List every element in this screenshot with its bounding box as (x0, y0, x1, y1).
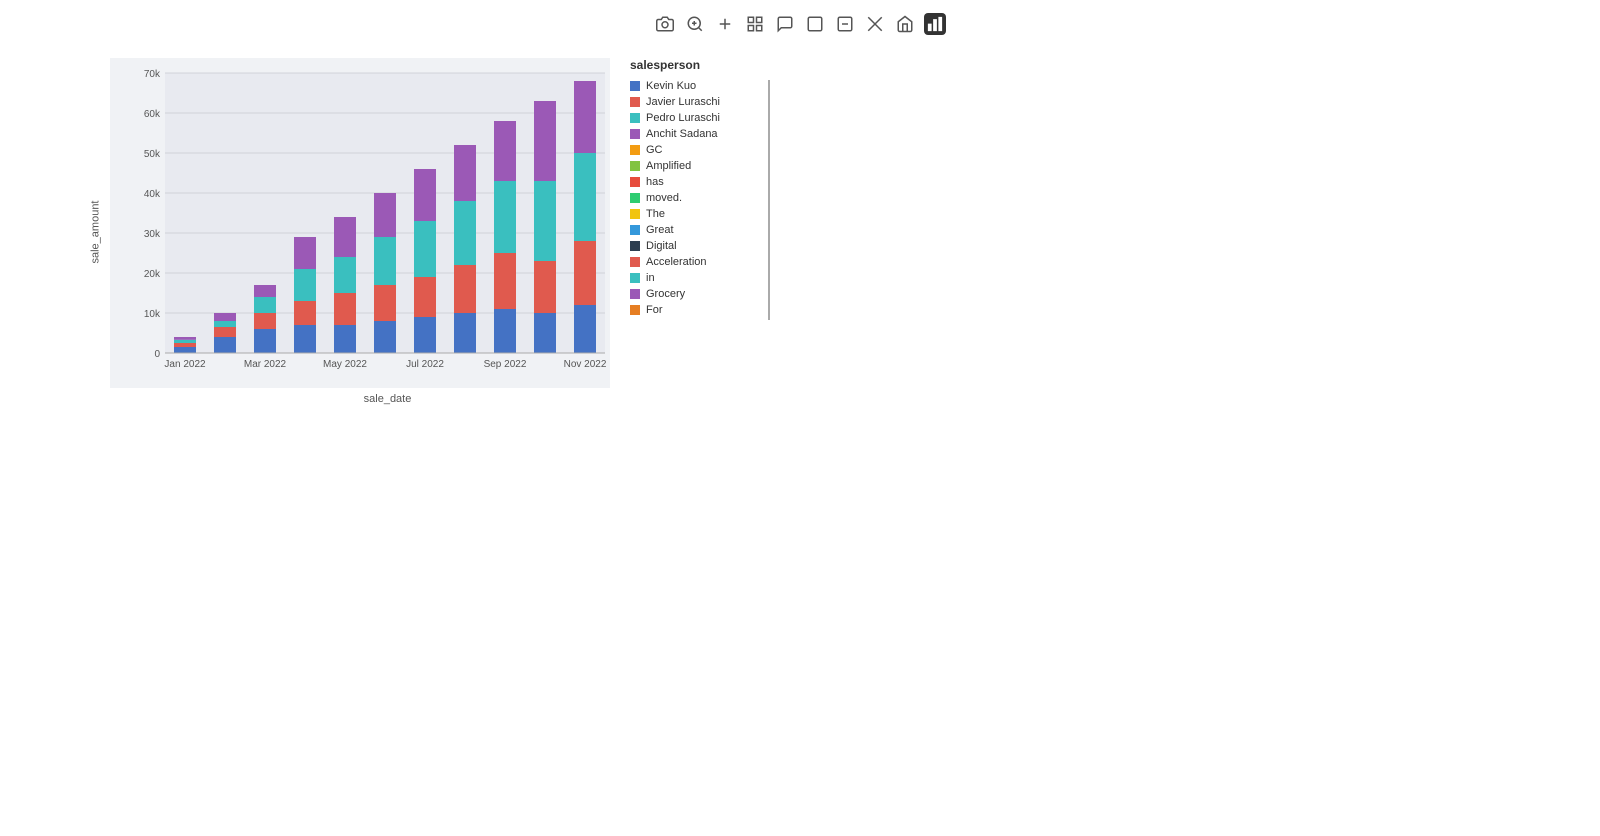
legend-color-box (630, 289, 640, 299)
y-axis-label: sale_amount (89, 200, 101, 263)
grid-icon[interactable] (744, 13, 766, 35)
legend-color-box (630, 193, 640, 203)
x-axis-label: sale_date (110, 393, 610, 405)
legend-color-box (630, 129, 640, 139)
minus-square-icon[interactable] (834, 13, 856, 35)
svg-text:50k: 50k (144, 149, 161, 160)
svg-text:Nov 2022: Nov 2022 (564, 359, 607, 370)
camera-icon[interactable] (654, 13, 676, 35)
legend-item: Pedro Luraschi (630, 112, 764, 124)
legend-item: Javier Luraschi (630, 96, 764, 108)
legend-item-label: Grocery (646, 288, 685, 300)
legend-item: moved. (630, 192, 764, 204)
legend-item-label: Kevin Kuo (646, 80, 696, 92)
legend-color-box (630, 81, 640, 91)
legend-color-box (630, 209, 640, 219)
legend-color-box (630, 241, 640, 251)
legend-color-box (630, 305, 640, 315)
svg-text:20k: 20k (144, 269, 161, 280)
svg-text:70k: 70k (144, 69, 161, 80)
svg-text:Mar 2022: Mar 2022 (244, 359, 287, 370)
legend-color-box (630, 97, 640, 107)
legend-item-label: For (646, 304, 663, 316)
legend-item-label: Pedro Luraschi (646, 112, 720, 124)
legend-item: Digital (630, 240, 764, 252)
legend: salesperson Kevin Kuo Javier Luraschi Pedr… (630, 58, 770, 405)
legend-item-label: GC (646, 144, 663, 156)
svg-text:0: 0 (154, 349, 160, 360)
legend-color-box (630, 177, 640, 187)
svg-text:Jul 2022: Jul 2022 (406, 359, 444, 370)
legend-scroll[interactable]: Kevin Kuo Javier Luraschi Pedro Luraschi An… (630, 80, 770, 320)
legend-item: The (630, 208, 764, 220)
crosshair-icon[interactable] (864, 13, 886, 35)
svg-text:60k: 60k (144, 109, 161, 120)
legend-item: has (630, 176, 764, 188)
legend-item-label: Anchit Sadana (646, 128, 718, 140)
legend-item-label: Great (646, 224, 674, 236)
square-icon[interactable] (804, 13, 826, 35)
svg-text:Jan 2022: Jan 2022 (164, 359, 206, 370)
svg-text:40k: 40k (144, 189, 161, 200)
legend-item-label: moved. (646, 192, 682, 204)
svg-text:10k: 10k (144, 309, 161, 320)
legend-item: Amplified (630, 160, 764, 172)
chart-bar-icon[interactable] (924, 13, 946, 35)
legend-item: Kevin Kuo (630, 80, 764, 92)
legend-color-box (630, 161, 640, 171)
legend-item: in (630, 272, 764, 284)
legend-item: GC (630, 144, 764, 156)
svg-text:May 2022: May 2022 (323, 359, 367, 370)
legend-title: salesperson (630, 58, 770, 72)
chart-svg: 0 10k 20k 30k 40k 50k 60k 70k Jan 2022 Mar 2022 Ma… (110, 58, 610, 388)
legend-color-box (630, 273, 640, 283)
home-icon[interactable] (894, 13, 916, 35)
legend-item-label: The (646, 208, 665, 220)
svg-text:30k: 30k (144, 229, 161, 240)
legend-item-label: in (646, 272, 655, 284)
plus-icon[interactable] (714, 13, 736, 35)
legend-item-label: Javier Luraschi (646, 96, 720, 108)
legend-item: Acceleration (630, 256, 764, 268)
legend-color-box (630, 113, 640, 123)
toolbar (0, 0, 1600, 48)
legend-item: For (630, 304, 764, 316)
legend-item-label: Amplified (646, 160, 691, 172)
legend-color-box (630, 145, 640, 155)
legend-item: Great (630, 224, 764, 236)
legend-item: Grocery (630, 288, 764, 300)
svg-text:Sep 2022: Sep 2022 (484, 359, 527, 370)
legend-item-label: Digital (646, 240, 677, 252)
zoom-icon[interactable] (684, 13, 706, 35)
legend-item: Anchit Sadana (630, 128, 764, 140)
comment-icon[interactable] (774, 13, 796, 35)
legend-color-box (630, 225, 640, 235)
legend-item-label: Acceleration (646, 256, 707, 268)
legend-color-box (630, 257, 640, 267)
legend-item-label: has (646, 176, 664, 188)
